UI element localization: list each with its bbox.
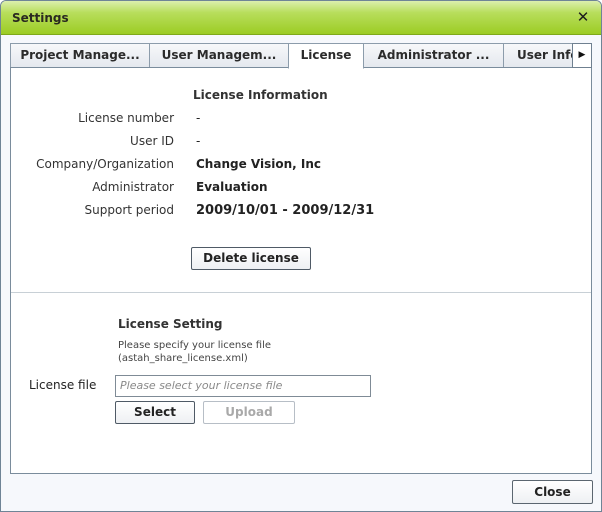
close-x-icon[interactable]: ✕ [575, 8, 591, 26]
administrator-value: Evaluation [196, 180, 268, 194]
license-file-label: License file [29, 378, 97, 392]
license-hint-line1: Please specify your license file [118, 340, 272, 351]
dialog-titlebar[interactable]: Settings ✕ [1, 1, 601, 35]
company-value: Change Vision, Inc [196, 157, 321, 171]
company-label: Company/Organization [36, 157, 174, 171]
license-tab-panel [10, 67, 592, 474]
triangle-right-icon: ▶ [578, 50, 586, 60]
section-divider [11, 292, 591, 293]
close-button[interactable]: Close [512, 480, 593, 504]
tab-user-info[interactable]: User Info [503, 43, 575, 68]
user-id-value: - [196, 134, 201, 148]
tab-project-management[interactable]: Project Manage... [10, 43, 150, 68]
user-id-label: User ID [130, 134, 174, 148]
dialog-title: Settings [12, 11, 69, 25]
license-number-label: License number [78, 111, 174, 125]
tab-scroll-right-button[interactable]: ▶ [572, 43, 592, 68]
support-period-value: 2009/10/01 - 2009/12/31 [196, 203, 375, 218]
tab-license[interactable]: License [288, 43, 364, 69]
delete-license-button[interactable]: Delete license [191, 247, 311, 270]
settings-dialog: Settings ✕ Project Manage... User Manage… [0, 0, 602, 512]
license-number-value: - [196, 111, 201, 125]
settings-tabs: Project Manage... User Managem... Licens… [10, 43, 592, 69]
support-period-label: Support period [84, 203, 174, 217]
license-hint-line2: (astah_share_license.xml) [118, 353, 248, 364]
license-setting-heading: License Setting [118, 317, 223, 331]
administrator-label: Administrator [92, 180, 174, 194]
tab-administrator[interactable]: Administrator ... [363, 43, 504, 68]
upload-button[interactable]: Upload [203, 401, 295, 424]
tab-user-management[interactable]: User Managem... [149, 43, 289, 68]
select-button[interactable]: Select [115, 401, 195, 424]
license-information-heading: License Information [193, 88, 328, 102]
license-file-input[interactable]: Please select your license file [115, 375, 371, 397]
